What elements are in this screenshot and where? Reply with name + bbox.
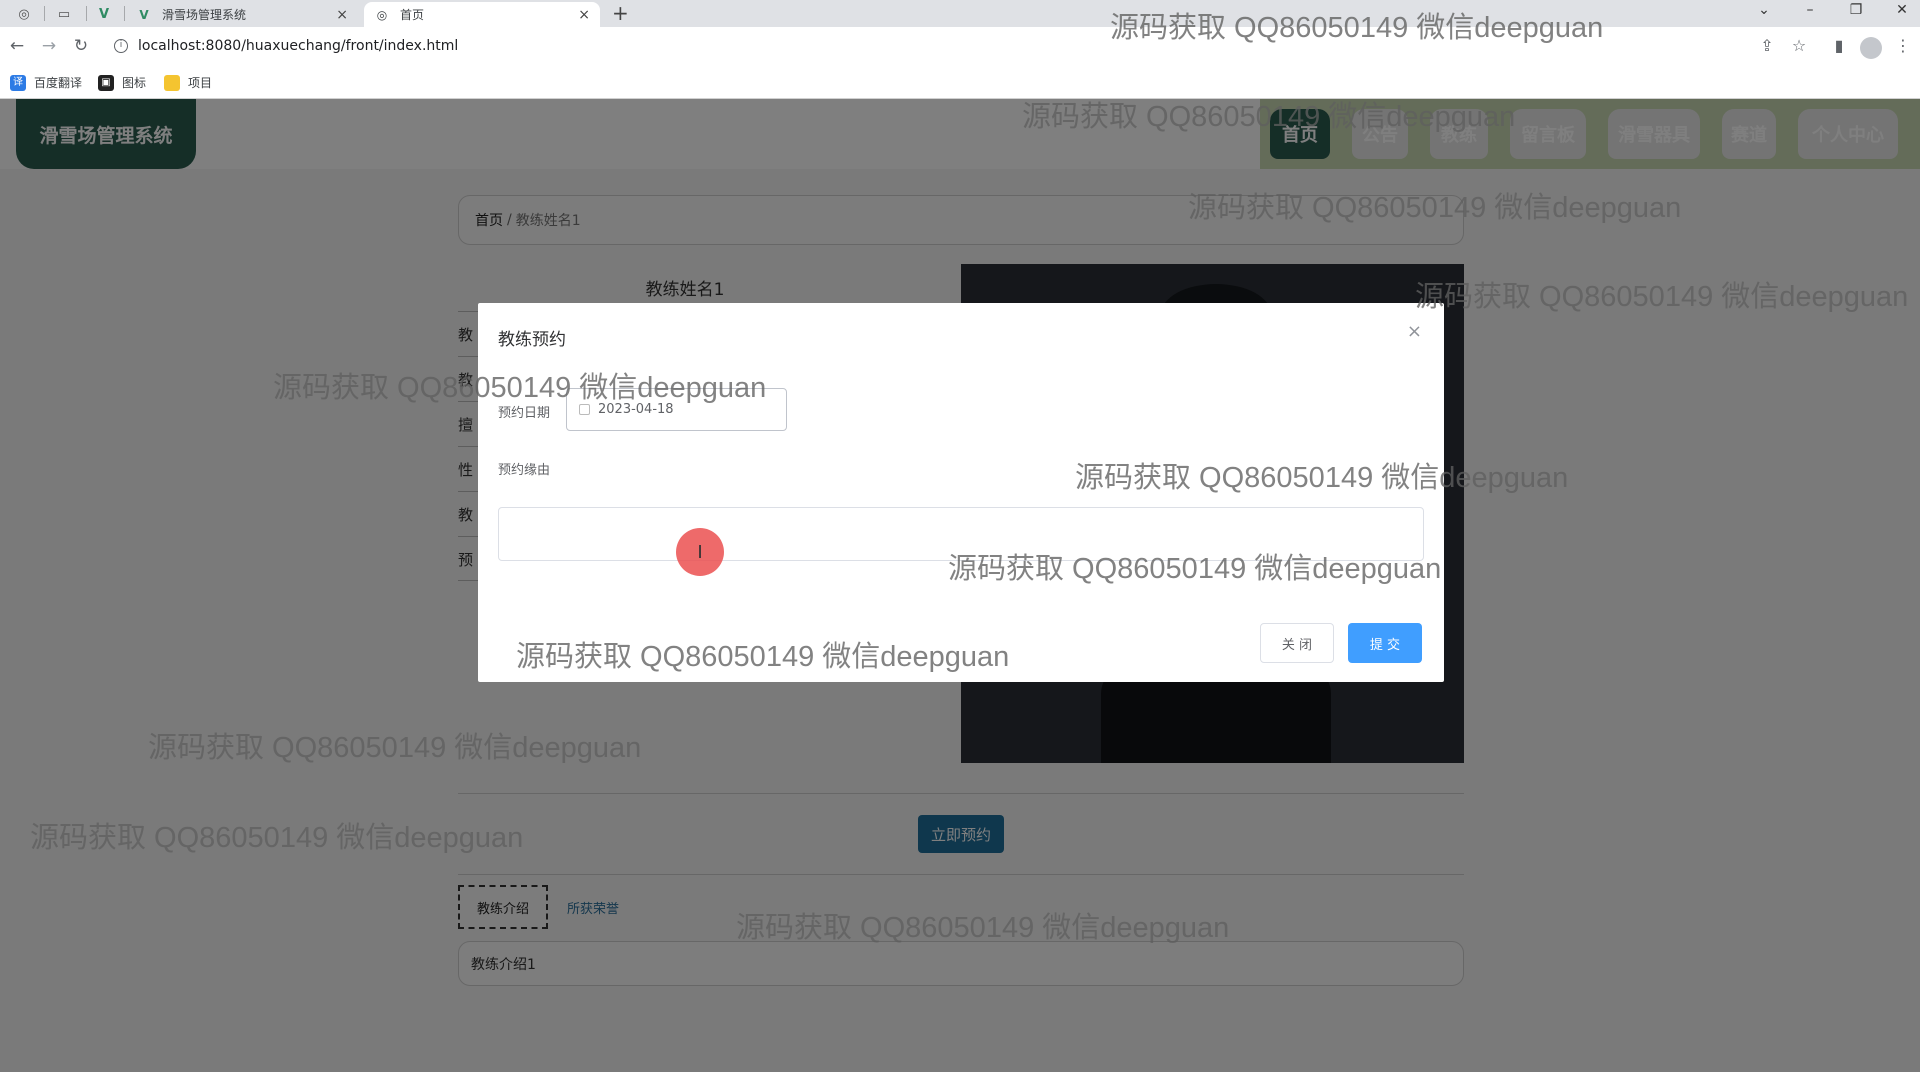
browser-tab-bar: ◎ ▭ V V 滑雪场管理系统 × ◎ 首页 × + ⌄ – ❐ ✕	[0, 0, 1920, 27]
calendar-icon	[579, 404, 590, 415]
dialog-title: 教练预约	[498, 330, 566, 350]
submit-button[interactable]: 提 交	[1348, 623, 1422, 663]
bookmarks-bar: 译 百度翻译 ▣ 图标 项目	[0, 67, 1920, 99]
bookmark-label: 百度翻译	[34, 76, 83, 90]
bookmark-label: 图标	[122, 76, 147, 90]
image-icon: ▣	[98, 74, 114, 91]
globe-icon[interactable]: ◎	[8, 2, 40, 26]
bookmark-label: 项目	[188, 76, 213, 90]
close-window-icon[interactable]: ✕	[1888, 2, 1916, 18]
blank-tab-icon[interactable]: ▭	[48, 2, 80, 26]
globe-icon: ◎	[376, 7, 388, 22]
close-icon[interactable]: ×	[336, 7, 348, 23]
more-icon[interactable]: ⋮	[1892, 36, 1914, 55]
translate-icon: 译	[10, 74, 26, 91]
vue-icon[interactable]: V	[88, 2, 120, 26]
date-label: 预约日期	[498, 406, 551, 421]
restore-icon[interactable]: ❐	[1842, 2, 1870, 18]
new-tab-icon[interactable]: +	[612, 1, 629, 25]
text-cursor-icon: I	[676, 528, 724, 576]
sidepanel-icon[interactable]: ▮	[1828, 36, 1850, 55]
reason-textarea[interactable]	[498, 507, 1424, 561]
url-field[interactable]: localhost:8080/huaxuechang/front/index.h…	[138, 38, 458, 54]
back-icon[interactable]: ←	[6, 36, 28, 56]
vue-icon: V	[139, 7, 149, 22]
modal-overlay-header[interactable]	[0, 99, 1920, 169]
tab-separator	[124, 6, 125, 21]
address-bar: ← → ↻ i localhost:8080/huaxuechang/front…	[0, 27, 1920, 67]
bookmark-projects[interactable]: 项目	[164, 74, 212, 91]
close-button[interactable]: 关 闭	[1260, 623, 1334, 663]
close-icon[interactable]: ×	[578, 7, 590, 23]
star-icon[interactable]: ☆	[1788, 36, 1810, 55]
bookmark-icons[interactable]: ▣ 图标	[98, 74, 146, 91]
tab-separator	[86, 6, 87, 21]
reload-icon[interactable]: ↻	[70, 36, 92, 56]
date-picker-input[interactable]: 2023-04-18	[566, 388, 787, 431]
tab-home[interactable]: ◎ 首页 ×	[364, 2, 600, 27]
chevron-down-icon[interactable]: ⌄	[1750, 2, 1778, 18]
tab-title: 首页	[400, 8, 425, 22]
info-icon[interactable]: i	[114, 39, 128, 53]
close-icon[interactable]: ×	[1407, 321, 1422, 342]
tab-title: 滑雪场管理系统	[162, 8, 247, 22]
date-value: 2023-04-18	[598, 402, 674, 417]
forward-icon[interactable]: →	[38, 36, 60, 56]
share-icon[interactable]: ⇪	[1756, 36, 1778, 55]
booking-dialog: 教练预约 × 预约日期 2023-04-18 预约缘由 I 关 闭 提 交	[478, 303, 1444, 682]
profile-icon[interactable]	[1860, 37, 1882, 59]
bookmark-baidu-translate[interactable]: 译 百度翻译	[10, 74, 82, 91]
tab-separator	[44, 6, 45, 21]
tab-ski-system[interactable]: V 滑雪场管理系统 ×	[126, 2, 358, 27]
minimize-icon[interactable]: –	[1796, 2, 1824, 18]
reason-label: 预约缘由	[498, 463, 551, 478]
folder-icon	[164, 74, 180, 91]
